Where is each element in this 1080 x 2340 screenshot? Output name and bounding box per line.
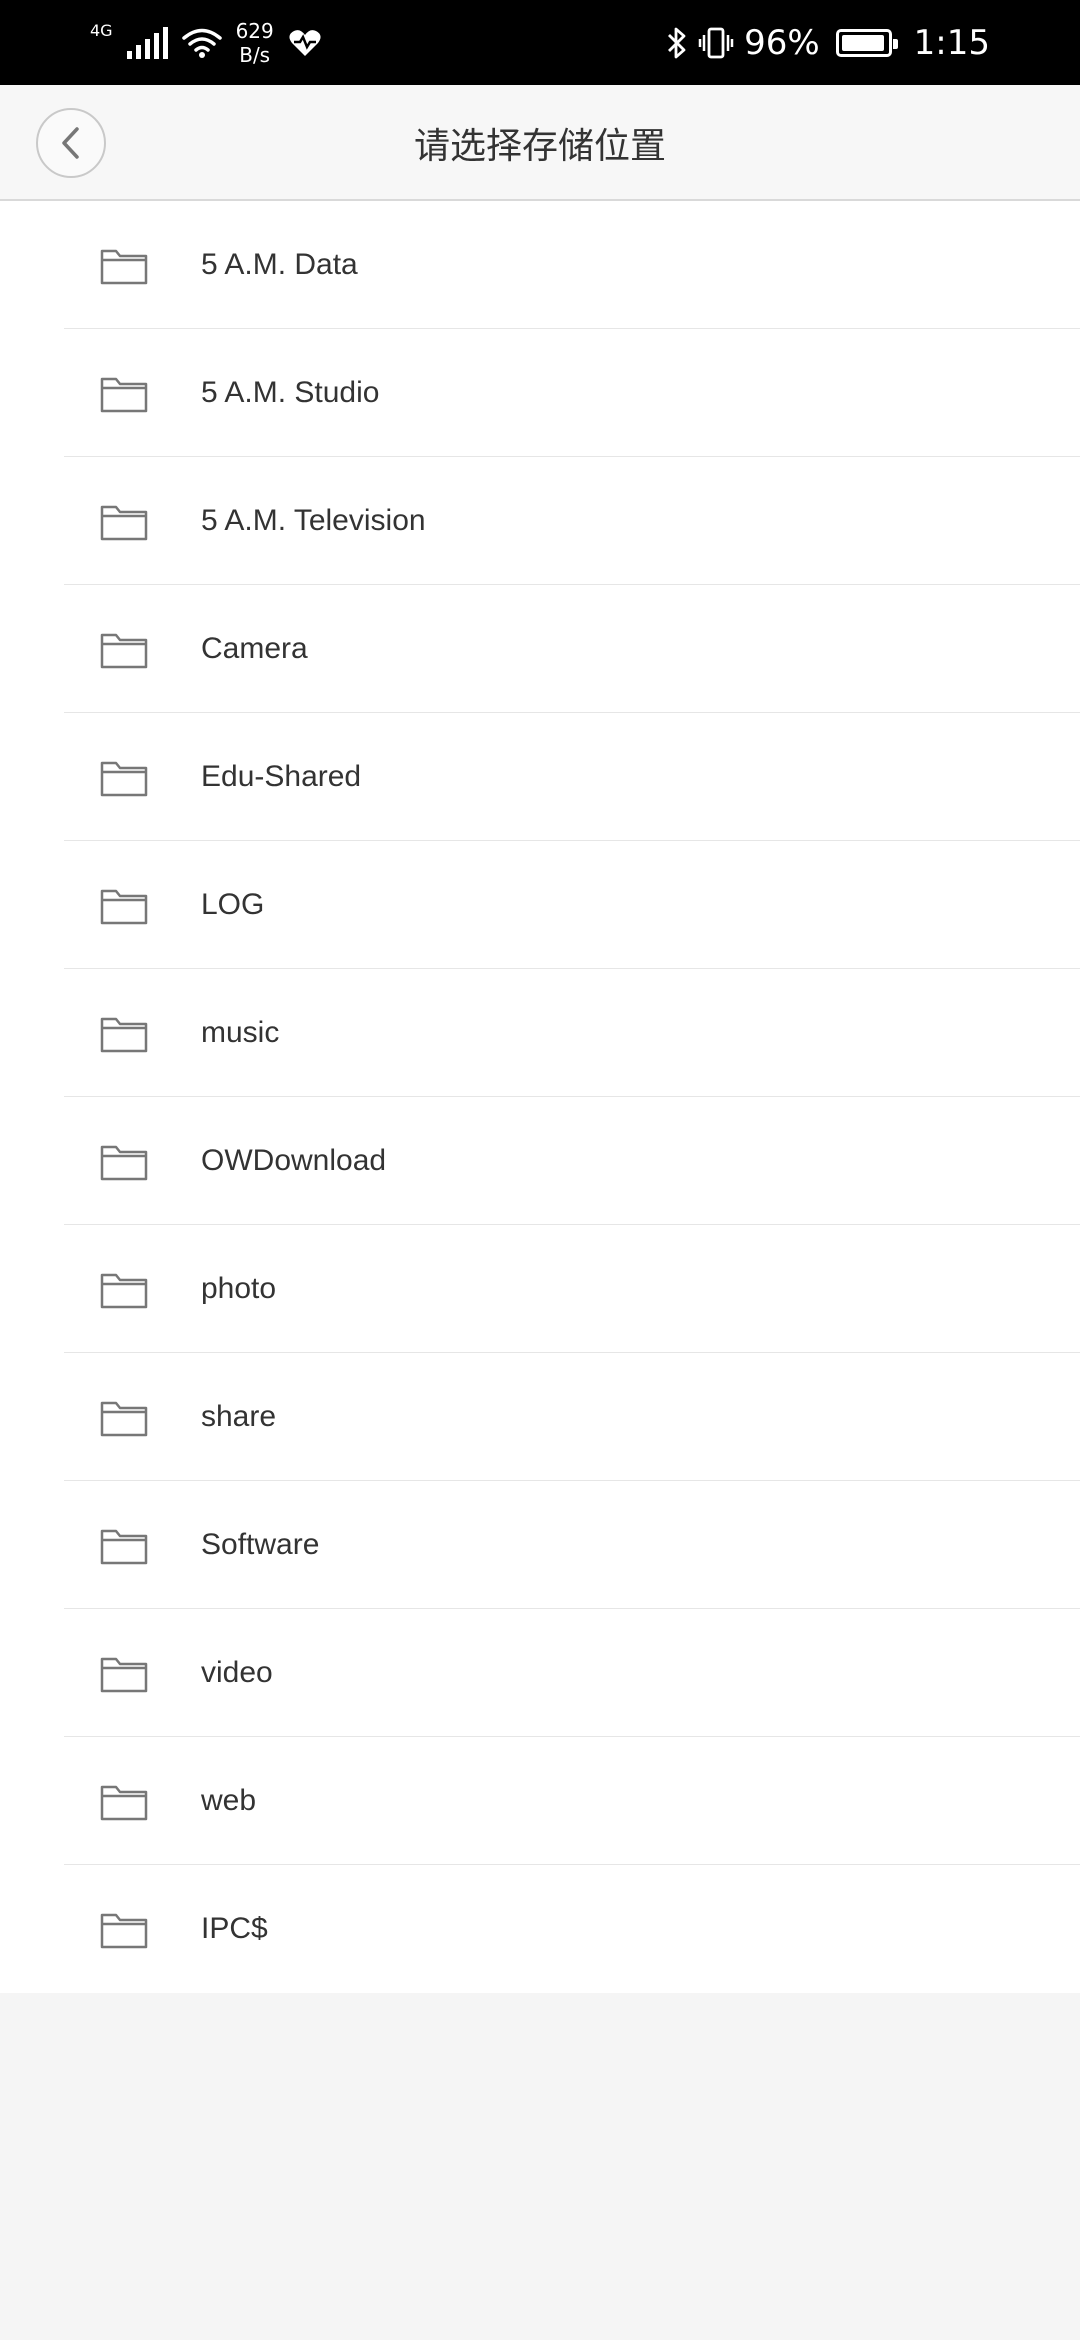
folder-label: Camera <box>201 632 308 665</box>
folder-label: OWDownload <box>201 1144 387 1177</box>
net-speed-value: 629 <box>235 18 274 43</box>
folder-item[interactable]: video <box>0 1609 1080 1737</box>
folder-item[interactable]: 5 A.M. Data <box>0 201 1080 329</box>
folder-icon <box>100 249 148 285</box>
folder-icon <box>100 1785 148 1821</box>
page-title: 请选择存储位置 <box>413 126 666 167</box>
folder-list: 5 A.M. Data 5 A.M. Studio 5 A.M. Televis… <box>0 201 1080 1993</box>
folder-item[interactable]: IPC$ <box>0 1865 1080 1993</box>
folder-icon <box>100 889 148 925</box>
folder-item[interactable]: Edu-Shared <box>0 713 1080 841</box>
folder-item[interactable]: 5 A.M. Studio <box>0 329 1080 457</box>
folder-item[interactable]: share <box>0 1353 1080 1481</box>
folder-label: web <box>201 1784 257 1817</box>
folder-item[interactable]: 5 A.M. Television <box>0 457 1080 585</box>
folder-icon <box>100 1657 148 1693</box>
battery-percent: 96% <box>744 22 820 63</box>
folder-icon <box>100 1145 148 1181</box>
folder-item[interactable]: music <box>0 969 1080 1097</box>
health-heart-icon <box>289 29 321 56</box>
folder-label: 5 A.M. Television <box>201 504 426 537</box>
folder-label: Software <box>201 1528 320 1561</box>
header-bar: 请选择存储位置 <box>0 85 1080 201</box>
status-bar: 4G 629 B/s 96% 1:15 <box>0 0 1080 85</box>
battery-icon <box>835 28 898 57</box>
folder-label: share <box>201 1400 277 1433</box>
folder-item[interactable]: LOG <box>0 841 1080 969</box>
folder-item[interactable]: Software <box>0 1481 1080 1609</box>
folder-icon <box>100 1529 148 1565</box>
network-type: 4G <box>90 20 113 40</box>
folder-label: Edu-Shared <box>201 760 362 793</box>
folder-icon <box>100 1401 148 1437</box>
battery-level <box>841 34 884 51</box>
folder-icon <box>100 761 148 797</box>
folder-label: photo <box>201 1272 277 1305</box>
folder-icon <box>100 377 148 413</box>
folder-item[interactable]: OWDownload <box>0 1097 1080 1225</box>
wifi-icon <box>181 28 222 58</box>
folder-label: 5 A.M. Data <box>201 248 358 281</box>
folder-icon <box>100 505 148 541</box>
folder-label: 5 A.M. Studio <box>201 376 380 409</box>
status-left: 4G 629 B/s <box>90 0 322 85</box>
folder-item[interactable]: photo <box>0 1225 1080 1353</box>
bluetooth-icon <box>668 27 686 58</box>
folder-label: music <box>201 1016 280 1049</box>
vibrate-icon <box>698 27 734 58</box>
signal-icon <box>126 26 168 59</box>
folder-icon <box>100 1913 148 1949</box>
clock: 1:15 <box>913 22 990 63</box>
folder-label: video <box>201 1656 273 1689</box>
net-speed: 629 B/s <box>236 19 274 67</box>
folder-label: IPC$ <box>201 1912 268 1945</box>
folder-icon <box>100 633 148 669</box>
net-speed-unit: B/s <box>239 42 271 67</box>
folder-icon <box>100 1273 148 1309</box>
folder-item[interactable]: web <box>0 1737 1080 1865</box>
folder-label: LOG <box>201 888 265 921</box>
status-right: 96% 1:15 <box>666 0 990 85</box>
folder-icon <box>100 1017 148 1053</box>
folder-item[interactable]: Camera <box>0 585 1080 713</box>
